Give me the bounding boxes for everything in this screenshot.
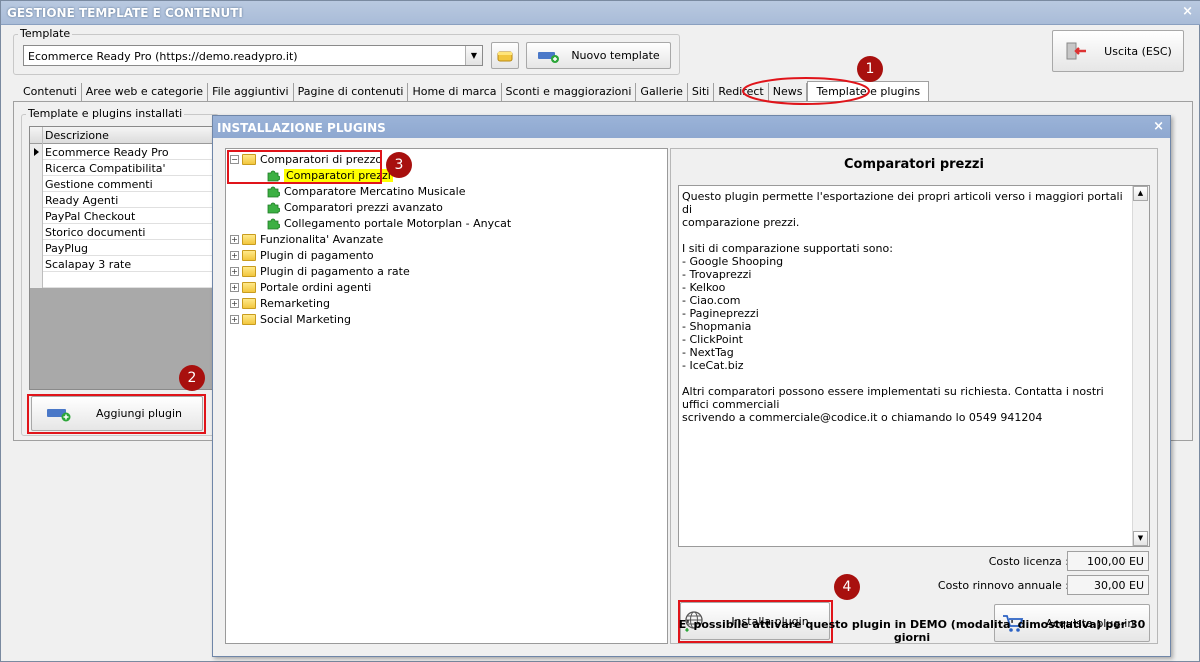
highlight-box-3: [227, 150, 382, 184]
scroll-down-icon[interactable]: ▼: [1133, 531, 1148, 546]
installed-legend: Template e plugins installati: [26, 107, 185, 120]
folder-icon: [242, 281, 256, 293]
tab-gallerie[interactable]: Gallerie: [636, 83, 688, 102]
tab-file-aggiuntivi[interactable]: File aggiuntivi: [208, 83, 294, 102]
tree-node[interactable]: + Funzionalita' Avanzate: [230, 231, 511, 247]
folder-icon: [242, 249, 256, 261]
renewal-label: Costo rinnovo annuale :: [937, 579, 1069, 592]
grid-header: Descrizione: [30, 127, 216, 144]
tree-node[interactable]: + Plugin di pagamento a rate: [230, 263, 511, 279]
tree-node[interactable]: + Plugin di pagamento: [230, 247, 511, 263]
plugin-title: Comparatori prezzi: [844, 157, 984, 172]
puzzle-icon: [267, 218, 280, 229]
new-template-label: Nuovo template: [571, 49, 660, 62]
open-template-button[interactable]: [491, 42, 519, 69]
callout-3: 3: [386, 152, 412, 178]
plugin-description-text: Questo plugin permette l'esportazione de…: [682, 190, 1123, 424]
tree-leaf[interactable]: Comparatore Mercatino Musicale: [230, 183, 511, 199]
renewal-value: 30,00 EU: [1067, 575, 1149, 595]
folder-icon: [242, 313, 256, 325]
table-row[interactable]: Storico documenti: [30, 224, 216, 240]
install-plugins-dialog: INSTALLAZIONE PLUGINS × − Comparatori di…: [212, 115, 1171, 657]
template-select[interactable]: Ecommerce Ready Pro (https://demo.readyp…: [23, 45, 483, 66]
callout-1: 1: [857, 56, 883, 82]
folder-icon: [242, 297, 256, 309]
tab-siti[interactable]: Siti: [688, 83, 715, 102]
expand-icon[interactable]: +: [230, 266, 239, 276]
tab-aree-web[interactable]: Aree web e categorie: [82, 83, 209, 102]
tab-pagine-contenuti[interactable]: Pagine di contenuti: [294, 83, 409, 102]
tab-home-di-marca[interactable]: Home di marca: [408, 83, 502, 102]
main-window: GESTIONE TEMPLATE E CONTENUTI × Template…: [0, 0, 1200, 662]
title-bar: GESTIONE TEMPLATE E CONTENUTI ×: [1, 1, 1200, 25]
folder-icon: [497, 51, 513, 61]
scroll-up-icon[interactable]: ▲: [1133, 186, 1148, 201]
tab-contenuti[interactable]: Contenuti: [19, 83, 82, 102]
highlight-ellipse-1: [742, 77, 870, 105]
template-select-value: Ecommerce Ready Pro (https://demo.readyp…: [28, 50, 298, 63]
table-row[interactable]: Ricerca Compatibilita': [30, 160, 216, 176]
tree-node[interactable]: + Portale ordini agenti: [230, 279, 511, 295]
plugin-description[interactable]: Questo plugin permette l'esportazione de…: [678, 185, 1150, 547]
installed-grid[interactable]: Descrizione Ecommerce Ready Pro Ricerca …: [29, 126, 216, 390]
tab-sconti[interactable]: Sconti e maggiorazioni: [502, 83, 637, 102]
close-icon[interactable]: ×: [1182, 4, 1193, 19]
new-template-button[interactable]: Nuovo template: [526, 42, 671, 69]
exit-button[interactable]: Uscita (ESC): [1052, 30, 1184, 72]
license-value: 100,00 EU: [1067, 551, 1149, 571]
callout-4: 4: [834, 574, 860, 600]
callout-2: 2: [179, 365, 205, 391]
expand-icon[interactable]: +: [230, 298, 239, 308]
folder-icon: [242, 233, 256, 245]
template-legend: Template: [18, 27, 73, 40]
table-row[interactable]: Gestione commenti: [30, 176, 216, 192]
tree-node[interactable]: + Remarketing: [230, 295, 511, 311]
puzzle-icon: [267, 186, 280, 197]
table-row[interactable]: Ecommerce Ready Pro: [30, 144, 216, 160]
exit-icon: [1066, 42, 1087, 60]
puzzle-icon: [267, 202, 280, 213]
exit-label: Uscita (ESC): [1104, 44, 1172, 58]
expand-icon[interactable]: +: [230, 314, 239, 324]
table-row[interactable]: Scalapay 3 rate: [30, 256, 216, 272]
table-row[interactable]: PayPlug: [30, 240, 216, 256]
tree-leaf[interactable]: Collegamento portale Motorplan - Anycat: [230, 215, 511, 231]
expand-icon[interactable]: +: [230, 282, 239, 292]
expand-icon[interactable]: +: [230, 234, 239, 244]
add-template-icon: [538, 51, 560, 63]
highlight-box-2: [27, 394, 206, 434]
folder-icon: [242, 265, 256, 277]
license-label: Costo licenza :: [988, 555, 1069, 568]
table-row[interactable]: Ready Agenti: [30, 192, 216, 208]
dialog-title: INSTALLAZIONE PLUGINS: [217, 121, 386, 135]
description-scrollbar[interactable]: ▲ ▼: [1132, 186, 1149, 546]
tree-node[interactable]: + Social Marketing: [230, 311, 511, 327]
dialog-close-icon[interactable]: ×: [1153, 119, 1164, 134]
tree-leaf[interactable]: Comparatori prezzi avanzato: [230, 199, 511, 215]
table-row[interactable]: [30, 272, 216, 288]
dialog-title-bar: INSTALLAZIONE PLUGINS ×: [213, 116, 1170, 138]
row-pointer-icon: [30, 144, 43, 160]
chevron-down-icon[interactable]: ▼: [465, 46, 482, 65]
window-title: GESTIONE TEMPLATE E CONTENUTI: [7, 6, 243, 20]
demo-note-text: E' possibile attivare questo plugin in D…: [678, 618, 1146, 644]
expand-icon[interactable]: +: [230, 250, 239, 260]
column-descrizione: Descrizione: [45, 129, 109, 142]
plugin-detail-panel: Comparatori prezzi Questo plugin permett…: [670, 148, 1158, 644]
table-row[interactable]: PayPal Checkout: [30, 208, 216, 224]
plugin-tree[interactable]: − Comparatori di prezzo Comparatori prez…: [225, 148, 668, 644]
